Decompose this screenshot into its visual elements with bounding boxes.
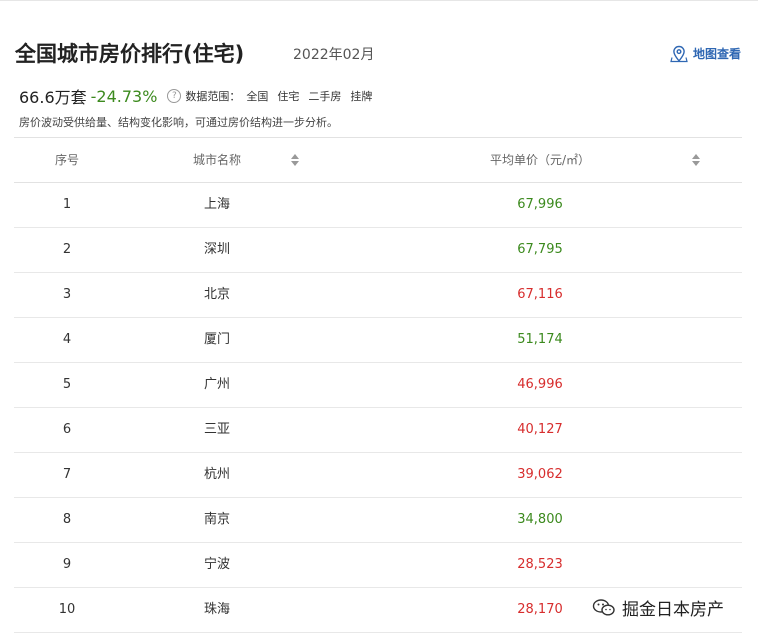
- table-body: 1 上海 67,996 2 深圳 67,795 3 北京 67,116 4 厦门 51,174 5 广州 4…: [14, 183, 742, 633]
- rank-cell: 6: [62, 422, 72, 437]
- watermark: 掘金日本房产: [592, 595, 724, 620]
- city-price-table: 序号 城市名称 平均单价（元/㎡） 1 上海 67,996 2 深圳 67,795 3 北京 6…: [14, 137, 742, 633]
- rank-cell: 5: [62, 377, 72, 392]
- price-cell: 34,800: [517, 512, 563, 527]
- price-cell: 46,996: [517, 377, 563, 392]
- rank-cell: 7: [62, 467, 72, 482]
- analysis-note: 房价波动受供给量、结构变化影响，可通过房价结构进一步分析。: [19, 116, 338, 129]
- price-cell: 28,523: [517, 557, 563, 572]
- listing-total: 66.6万套: [19, 88, 87, 107]
- table-row[interactable]: 4 厦门 51,174: [14, 318, 742, 363]
- scope-label: 数据范围：: [185, 90, 241, 103]
- rank-cell: 2: [62, 242, 72, 257]
- scope-item-source: 挂牌: [350, 90, 373, 103]
- rank-cell: 8: [62, 512, 72, 527]
- map-pin-icon: [670, 45, 688, 63]
- rank-cell: 9: [62, 557, 72, 572]
- city-cell[interactable]: 上海: [189, 183, 245, 227]
- city-cell[interactable]: 三亚: [189, 408, 245, 452]
- city-cell[interactable]: 厦门: [189, 318, 245, 362]
- price-cell: 67,996: [517, 197, 563, 212]
- table-row[interactable]: 1 上海 67,996: [14, 183, 742, 228]
- sort-price-icon[interactable]: [692, 154, 700, 166]
- city-cell[interactable]: 广州: [189, 363, 245, 407]
- table-row[interactable]: 3 北京 67,116: [14, 273, 742, 318]
- map-view-label: 地图查看: [692, 47, 741, 61]
- table-row[interactable]: 2 深圳 67,795: [14, 228, 742, 273]
- scope-item-type: 住宅: [277, 90, 300, 103]
- price-cell: 67,795: [517, 242, 563, 257]
- city-cell[interactable]: 杭州: [189, 453, 245, 497]
- scope-item-region: 全国: [246, 90, 269, 103]
- city-cell[interactable]: 珠海: [189, 588, 245, 632]
- rank-cell: 1: [62, 197, 72, 212]
- rank-cell: 3: [62, 287, 72, 302]
- price-cell: 28,170: [517, 602, 563, 617]
- price-cell: 40,127: [517, 422, 563, 437]
- watermark-text: 掘金日本房产: [622, 600, 724, 620]
- table-row[interactable]: 7 杭州 39,062: [14, 453, 742, 498]
- column-price[interactable]: 平均单价（元/㎡）: [470, 138, 610, 182]
- summary-line: 66.6万套 -24.73% ? 数据范围： 全国 住宅 二手房 挂牌: [19, 84, 372, 108]
- table-row[interactable]: 8 南京 34,800: [14, 498, 742, 543]
- price-cell: 67,116: [517, 287, 563, 302]
- change-rate: -24.73%: [90, 86, 158, 106]
- wechat-icon: [592, 598, 615, 616]
- city-cell[interactable]: 深圳: [189, 228, 245, 272]
- page-title: 全国城市房价排行(住宅): [15, 42, 245, 66]
- period-label: 2022年02月: [293, 47, 375, 63]
- table-header: 序号 城市名称 平均单价（元/㎡）: [14, 137, 742, 183]
- rank-cell: 10: [58, 602, 76, 617]
- city-cell[interactable]: 北京: [189, 273, 245, 317]
- table-row[interactable]: 9 宁波 28,523: [14, 543, 742, 588]
- sort-city-icon[interactable]: [291, 154, 299, 166]
- city-cell[interactable]: 南京: [189, 498, 245, 542]
- top-divider: [0, 0, 758, 1]
- help-icon[interactable]: ?: [167, 89, 182, 103]
- price-cell: 39,062: [517, 467, 563, 482]
- city-cell[interactable]: 宁波: [189, 543, 245, 587]
- rank-cell: 4: [62, 332, 72, 347]
- price-cell: 51,174: [517, 332, 563, 347]
- column-rank: 序号: [54, 153, 79, 167]
- table-row[interactable]: 5 广州 46,996: [14, 363, 742, 408]
- column-city[interactable]: 城市名称: [189, 138, 245, 182]
- scope-item-market: 二手房: [308, 90, 342, 103]
- map-view-link[interactable]: 地图查看: [670, 43, 741, 65]
- table-row[interactable]: 6 三亚 40,127: [14, 408, 742, 453]
- page-header: 全国城市房价排行(住宅) 2022年02月 地图查看: [15, 38, 743, 70]
